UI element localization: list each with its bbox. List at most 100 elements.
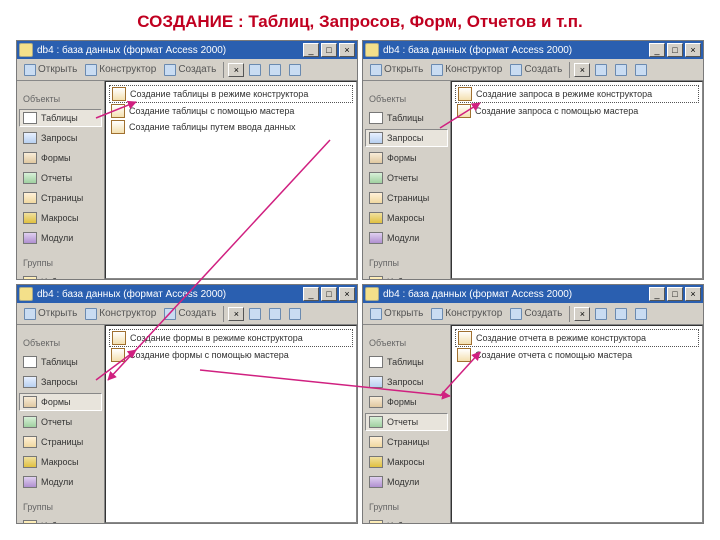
view-list[interactable] — [266, 64, 284, 76]
create-button[interactable]: Создать — [161, 308, 219, 320]
list-item[interactable]: Создание таблицы путем ввода данных — [109, 119, 353, 135]
sidebar-item-modules[interactable]: Модули — [365, 229, 448, 247]
sidebar-item-forms[interactable]: Формы — [19, 393, 102, 411]
design-button[interactable]: Конструктор — [428, 64, 505, 76]
open-button[interactable]: Открыть — [367, 308, 426, 320]
table-icon — [23, 112, 37, 124]
sidebar-item-reports[interactable]: Отчеты — [365, 169, 448, 187]
sidebar-item-label: Формы — [41, 153, 71, 163]
report-icon — [23, 416, 37, 428]
view-details[interactable] — [286, 64, 304, 76]
sidebar-item-favorites[interactable]: Избранное — [19, 517, 102, 523]
form-icon — [369, 396, 383, 408]
create-button[interactable]: Создать — [507, 64, 565, 76]
sidebar-item-pages[interactable]: Страницы — [365, 433, 448, 451]
sidebar-item-favorites[interactable]: Избранное — [365, 273, 448, 279]
view-details[interactable] — [632, 308, 650, 320]
close-button[interactable]: × — [685, 287, 701, 301]
maximize-button[interactable]: □ — [667, 43, 683, 57]
minimize-button[interactable]: _ — [303, 287, 319, 301]
sidebar-item-tables[interactable]: Таблицы — [19, 109, 102, 127]
list-item[interactable]: Создание формы в режиме конструктора — [109, 329, 353, 347]
sidebar-item-favorites[interactable]: Избранное — [19, 273, 102, 279]
sidebar-item-pages[interactable]: Страницы — [19, 189, 102, 207]
slide-title: СОЗДАНИЕ : Таблиц, Запросов, Форм, Отчет… — [0, 0, 720, 40]
titlebar[interactable]: db4 : база данных (формат Access 2000) _… — [17, 285, 357, 303]
view-list[interactable] — [612, 64, 630, 76]
design-label: Конструктор — [99, 64, 156, 75]
maximize-button[interactable]: □ — [667, 287, 683, 301]
sidebar-item-forms[interactable]: Формы — [19, 149, 102, 167]
open-button[interactable]: Открыть — [367, 64, 426, 76]
sidebar-item-macros[interactable]: Макросы — [365, 209, 448, 227]
close-button[interactable]: × — [685, 43, 701, 57]
list-item[interactable]: Создание таблицы с помощью мастера — [109, 103, 353, 119]
delete-button[interactable]: × — [574, 307, 590, 321]
sidebar-item-label: Избранное — [387, 521, 433, 523]
delete-button[interactable]: × — [574, 63, 590, 77]
titlebar[interactable]: db4 : база данных (формат Access 2000) _… — [363, 41, 703, 59]
list-item[interactable]: Создание отчета в режиме конструктора — [455, 329, 699, 347]
design-label: Конструктор — [445, 64, 502, 75]
sidebar-item-macros[interactable]: Макросы — [19, 453, 102, 471]
titlebar[interactable]: db4 : база данных (формат Access 2000) _… — [363, 285, 703, 303]
open-button[interactable]: Открыть — [21, 64, 80, 76]
sidebar-item-favorites[interactable]: Избранное — [365, 517, 448, 523]
view-list[interactable] — [266, 308, 284, 320]
sidebar-item-modules[interactable]: Модули — [19, 229, 102, 247]
page-icon — [369, 436, 383, 448]
sidebar-item-reports[interactable]: Отчеты — [19, 169, 102, 187]
view-list[interactable] — [612, 308, 630, 320]
db-window-queries: db4 : база данных (формат Access 2000) _… — [362, 40, 704, 280]
sidebar-item-forms[interactable]: Формы — [365, 149, 448, 167]
create-icon — [164, 64, 176, 76]
create-button[interactable]: Создать — [507, 308, 565, 320]
toolbar-separator — [223, 306, 224, 322]
design-button[interactable]: Конструктор — [82, 64, 159, 76]
sidebar-item-queries[interactable]: Запросы — [19, 373, 102, 391]
close-button[interactable]: × — [339, 287, 355, 301]
view-icons[interactable] — [592, 308, 610, 320]
minimize-button[interactable]: _ — [303, 43, 319, 57]
list-item[interactable]: Создание формы с помощью мастера — [109, 347, 353, 363]
module-icon — [369, 232, 383, 244]
design-button[interactable]: Конструктор — [82, 308, 159, 320]
delete-button[interactable]: × — [228, 63, 244, 77]
list-item[interactable]: Создание запроса в режиме конструктора — [455, 85, 699, 103]
sidebar-item-tables[interactable]: Таблицы — [365, 109, 448, 127]
sidebar-item-modules[interactable]: Модули — [365, 473, 448, 491]
sidebar-item-macros[interactable]: Макросы — [365, 453, 448, 471]
sidebar-item-reports[interactable]: Отчеты — [19, 413, 102, 431]
sidebar-item-tables[interactable]: Таблицы — [19, 353, 102, 371]
delete-button[interactable]: × — [228, 307, 244, 321]
maximize-button[interactable]: □ — [321, 287, 337, 301]
titlebar[interactable]: db4 : база данных (формат Access 2000) _… — [17, 41, 357, 59]
sidebar-item-forms[interactable]: Формы — [365, 393, 448, 411]
list-item[interactable]: Создание таблицы в режиме конструктора — [109, 85, 353, 103]
view-details[interactable] — [286, 308, 304, 320]
view-details[interactable] — [632, 64, 650, 76]
create-button[interactable]: Создать — [161, 64, 219, 76]
view-icons[interactable] — [246, 308, 264, 320]
sidebar-item-tables[interactable]: Таблицы — [365, 353, 448, 371]
sidebar-item-modules[interactable]: Модули — [19, 473, 102, 491]
sidebar-item-reports[interactable]: Отчеты — [365, 413, 448, 431]
minimize-button[interactable]: _ — [649, 287, 665, 301]
close-button[interactable]: × — [339, 43, 355, 57]
sidebar-item-queries[interactable]: Запросы — [365, 373, 448, 391]
design-button[interactable]: Конструктор — [428, 308, 505, 320]
favorite-icon — [23, 520, 37, 523]
view-icons[interactable] — [592, 64, 610, 76]
maximize-button[interactable]: □ — [321, 43, 337, 57]
sidebar-item-queries[interactable]: Запросы — [19, 129, 102, 147]
sidebar-item-pages[interactable]: Страницы — [365, 189, 448, 207]
sidebar-item-pages[interactable]: Страницы — [19, 433, 102, 451]
list-item[interactable]: Создание отчета с помощью мастера — [455, 347, 699, 363]
sidebar-item-queries[interactable]: Запросы — [365, 129, 448, 147]
minimize-button[interactable]: _ — [649, 43, 665, 57]
view-icons[interactable] — [246, 64, 264, 76]
list-item[interactable]: Создание запроса с помощью мастера — [455, 103, 699, 119]
objects-sidebar: Объекты Таблицы Запросы Формы Отчеты Стр… — [17, 325, 105, 523]
open-button[interactable]: Открыть — [21, 308, 80, 320]
sidebar-item-macros[interactable]: Макросы — [19, 209, 102, 227]
